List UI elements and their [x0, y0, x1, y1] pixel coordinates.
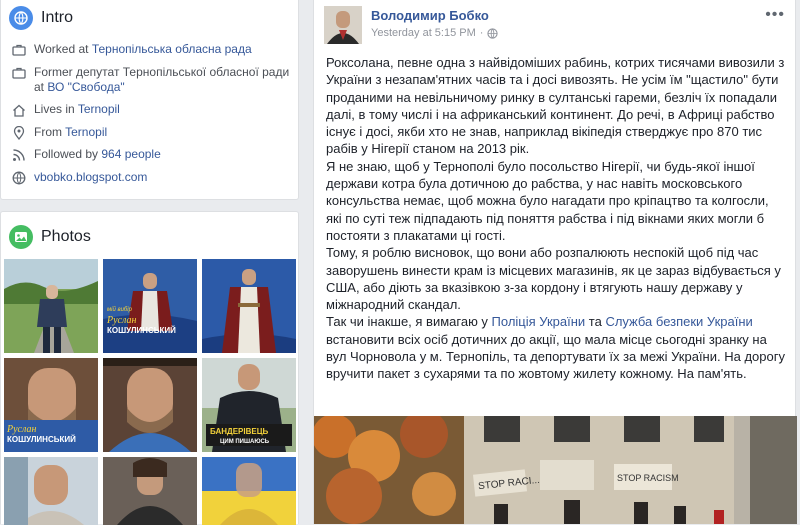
photo-thumbnail[interactable]: мій вибір Руслан КОШУЛИНСЬКИЙ — [103, 259, 197, 353]
post-body: Роксолана, певне одна з найвідоміших раб… — [326, 54, 785, 383]
followers-icon — [10, 147, 28, 163]
photos-header: Photos — [9, 225, 91, 249]
intro-row-text: Followed by — [34, 147, 102, 161]
police-tag-link[interactable]: Поліція України — [492, 314, 586, 329]
sbu-tag-link[interactable]: Служба безпеки України — [605, 314, 752, 329]
post-photo[interactable]: STOP RACI... STOP RACISM — [314, 416, 797, 524]
post-text-segment: та — [585, 314, 606, 330]
photo-thumbnail[interactable] — [103, 358, 197, 452]
banner-line2-text: ЦИМ ПИШАЮСЬ — [220, 439, 270, 445]
post-text-segment: встановити всіх осіб дотичних до акції, … — [326, 331, 785, 382]
post-paragraph: Тому, я роблю висновок, що вони або розп… — [326, 245, 781, 313]
post-options-icon[interactable]: ••• — [765, 6, 785, 24]
post-text-segment: Так чи інакше, я вимагаю у — [326, 314, 492, 330]
banner-name-text: Руслан — [6, 424, 36, 435]
photo-thumbnail[interactable]: БАНДЕРІВЕЦЬ ЦИМ ПИШАЮСЬ — [202, 358, 296, 452]
intro-header: Intro — [9, 6, 73, 30]
home-icon — [10, 102, 28, 118]
intro-row-former: Former депутат Тернопільської обласної р… — [10, 65, 290, 96]
intro-globe-icon — [9, 6, 33, 30]
banner-name-text: Руслан — [106, 315, 136, 326]
post-meta: Yesterday at 5:15 PM · — [371, 27, 499, 39]
from-link[interactable]: Ternopil — [65, 125, 107, 139]
photo-thumbnail[interactable] — [4, 457, 98, 525]
meta-separator: · — [479, 27, 484, 39]
protest-sign-text: STOP RACISM — [617, 473, 679, 483]
lives-in-link[interactable]: Ternopil — [78, 102, 120, 116]
author-avatar[interactable] — [324, 6, 362, 44]
post-paragraph: Так чи інакше, я вимагаю у Поліція Украї… — [326, 313, 785, 382]
intro-row-lives: Lives in Ternopil — [10, 102, 290, 118]
photos-title[interactable]: Photos — [41, 228, 91, 246]
intro-row-from: From Ternopil — [10, 125, 290, 141]
photo-thumbnail[interactable] — [103, 457, 197, 525]
intro-row-work: Worked at Тернопільська обласна рада — [10, 42, 290, 58]
intro-title: Intro — [41, 9, 74, 26]
banner-surname-text: КОШУЛИНСЬКИЙ — [107, 326, 176, 335]
intro-row-text: Worked at — [34, 42, 92, 56]
website-link[interactable]: vbobko.blogspot.com — [34, 170, 147, 184]
photos-card: Photos мій вибір Руслан КОШУЛИНСЬКИЙ Рус… — [0, 211, 299, 525]
banner-top-text: мій вибір — [107, 306, 133, 313]
intro-card: Intro Worked at Тернопільська обласна ра… — [0, 0, 299, 200]
briefcase-icon — [10, 65, 28, 81]
intro-row-website: vbobko.blogspot.com — [10, 170, 290, 186]
followers-link[interactable]: 964 people — [101, 147, 160, 161]
intro-list: Worked at Тернопільська обласна рада For… — [10, 42, 290, 192]
party-link[interactable]: ВО "Свобода" — [47, 80, 124, 94]
intro-row-text: Lives in — [34, 102, 78, 116]
globe-icon — [10, 170, 28, 186]
post-paragraph: Роксолана, певне одна з найвідоміших раб… — [326, 55, 785, 157]
workplace-link[interactable]: Тернопільська обласна рада — [92, 42, 252, 56]
location-pin-icon — [10, 125, 28, 141]
banner-line1-text: БАНДЕРІВЕЦЬ — [210, 427, 269, 436]
photo-thumbnail[interactable] — [4, 259, 98, 353]
photo-thumbnail[interactable]: Руслан КОШУЛИНСЬКИЙ — [4, 358, 98, 452]
photo-thumbnail[interactable] — [202, 259, 296, 353]
post-paragraph: Я не знаю, щоб у Тернополі було посольст… — [326, 158, 769, 243]
post-timestamp[interactable]: Yesterday at 5:15 PM — [371, 27, 476, 39]
post-card: Володимир Бобко Yesterday at 5:15 PM · •… — [313, 0, 797, 524]
author-name[interactable]: Володимир Бобко — [371, 8, 489, 23]
photo-thumbnail[interactable] — [202, 457, 296, 525]
intro-row-followers: Followed by 964 people — [10, 147, 290, 163]
photos-icon — [9, 225, 33, 249]
public-globe-icon[interactable] — [487, 27, 499, 39]
banner-surname-text: КОШУЛИНСЬКИЙ — [7, 435, 76, 444]
intro-row-text: From — [34, 124, 66, 139]
briefcase-icon — [10, 42, 28, 58]
